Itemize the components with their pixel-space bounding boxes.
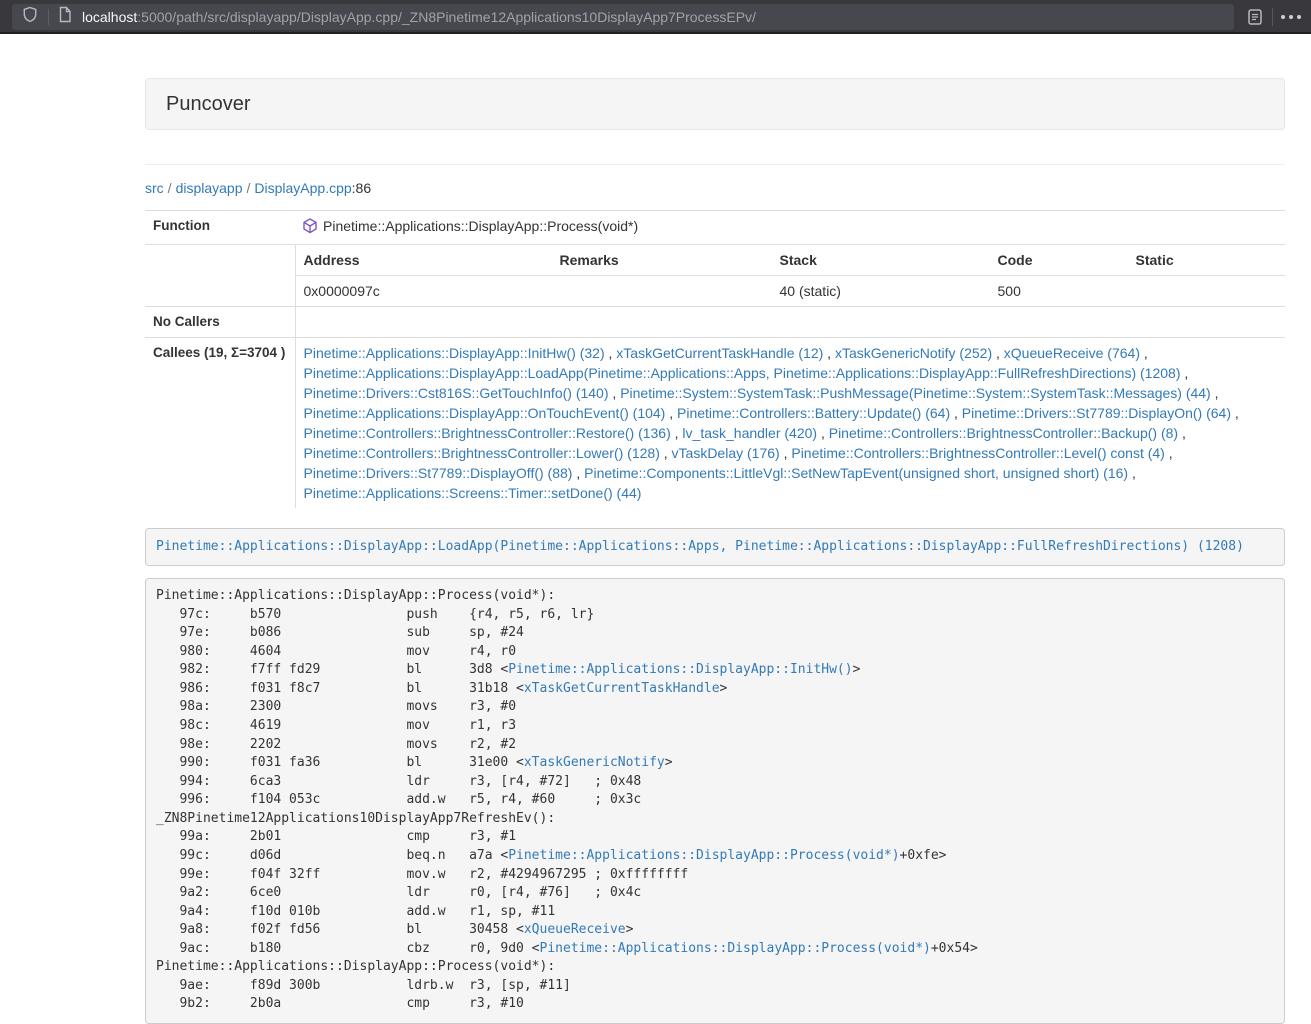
symbol-cube-icon [303, 218, 317, 239]
col-header-remarks: Remarks [552, 245, 772, 276]
address-value: 0x0000097c [296, 276, 552, 307]
page-title: Puncover [166, 93, 251, 115]
callee-link[interactable]: lv_task_handler (420) [682, 425, 817, 441]
callee-separator: , [950, 405, 962, 421]
callee-link[interactable]: Pinetime::Controllers::BrightnessControl… [304, 425, 671, 441]
callee-link[interactable]: vTaskDelay (176) [672, 445, 780, 461]
breadcrumb: src/displayapp/DisplayApp.cpp:86 [145, 178, 1285, 198]
callee-link[interactable]: Pinetime::Applications::DisplayApp::OnTo… [304, 405, 666, 421]
empty-row-label [145, 245, 295, 307]
callee-link[interactable]: Pinetime::Applications::Screens::Timer::… [304, 485, 642, 501]
callee-separator: , [671, 425, 683, 441]
col-header-address: Address [296, 245, 552, 276]
table-row: Callees (19, Σ=3704 ) Pinetime::Applicat… [145, 338, 1285, 509]
callers-row-label: No Callers [145, 307, 295, 338]
callee-separator: , [823, 345, 835, 361]
divider [48, 9, 49, 25]
callee-link[interactable]: Pinetime::Drivers::St7789::DisplayOn() (… [962, 405, 1231, 421]
callee-link[interactable]: Pinetime::Drivers::St7789::DisplayOff() … [304, 465, 573, 481]
callee-separator: , [992, 345, 1004, 361]
metrics-cell: Address Remarks Stack Code Static 0x0000… [295, 245, 1285, 307]
callee-link[interactable]: Pinetime::Applications::DisplayApp::Load… [304, 365, 1181, 381]
assembly-symbol-link[interactable]: Pinetime::Applications::DisplayApp::Proc… [508, 848, 899, 863]
table-row: Function Pinetime::Applications::Display… [145, 211, 1285, 245]
toolbar-divider [1272, 8, 1273, 26]
callers-cell [295, 307, 1285, 338]
callee-separator: , [1140, 345, 1148, 361]
callee-separator: , [1165, 445, 1173, 461]
loadapp-symbol-block: Pinetime::Applications::DisplayApp::Load… [145, 528, 1285, 566]
callee-link[interactable]: xTaskGetCurrentTaskHandle (12) [616, 345, 823, 361]
callees-row-label: Callees (19, Σ=3704 ) [145, 338, 295, 509]
metrics-table: Address Remarks Stack Code Static 0x0000… [296, 245, 1286, 306]
callee-separator: , [609, 385, 621, 401]
callee-link[interactable]: xTaskGenericNotify (252) [835, 345, 992, 361]
function-row-label: Function [145, 211, 295, 245]
assembly-symbol-link[interactable]: Pinetime::Applications::DisplayApp::Init… [508, 662, 852, 677]
breadcrumb-link-src[interactable]: src [145, 180, 164, 196]
callee-link[interactable]: Pinetime::System::SystemTask::PushMessag… [620, 385, 1211, 401]
callee-separator: , [817, 425, 829, 441]
callee-link[interactable]: Pinetime::Controllers::BrightnessControl… [791, 445, 1164, 461]
breadcrumb-separator: / [168, 180, 172, 196]
assembly-symbol-link[interactable]: Pinetime::Applications::DisplayApp::Proc… [540, 941, 931, 956]
col-header-code: Code [990, 245, 1128, 276]
callee-link[interactable]: Pinetime::Controllers::BrightnessControl… [304, 445, 660, 461]
breadcrumb-link-file[interactable]: DisplayApp.cpp [254, 180, 351, 196]
reader-mode-icon[interactable] [1246, 7, 1264, 32]
url-path: :5000/path/src/displayapp/DisplayApp.cpp… [137, 9, 756, 25]
callee-separator: , [660, 445, 672, 461]
browser-url-bar: localhost:5000/path/src/displayapp/Displ… [0, 0, 1311, 34]
callee-link[interactable]: Pinetime::Drivers::Cst816S::GetTouchInfo… [304, 385, 609, 401]
breadcrumb-line-number: :86 [352, 180, 371, 196]
table-row: 0x0000097c 40 (static) 500 [296, 276, 1286, 307]
shield-icon[interactable] [22, 6, 38, 28]
code-value: 500 [990, 276, 1128, 307]
assembly-symbol-link[interactable]: xQueueReceive [524, 922, 626, 937]
callee-separator: , [1128, 465, 1136, 481]
callee-separator: , [1211, 385, 1219, 401]
loadapp-symbol-link[interactable]: Pinetime::Applications::DisplayApp::Load… [156, 539, 1244, 554]
col-header-static: Static [1128, 245, 1286, 276]
page-icon[interactable] [58, 6, 72, 28]
col-header-stack: Stack [772, 245, 990, 276]
stack-value: 40 (static) [772, 276, 990, 307]
page-content: Puncover src/displayapp/DisplayApp.cpp:8… [145, 34, 1285, 1024]
breadcrumb-separator: / [247, 180, 251, 196]
overflow-menu-icon[interactable] [1281, 15, 1301, 19]
table-row: Address Remarks Stack Code Static 0x0000… [145, 245, 1285, 307]
callee-link[interactable]: Pinetime::Applications::DisplayApp::Init… [304, 345, 605, 361]
callee-separator: , [1231, 405, 1239, 421]
assembly-symbol-link[interactable]: xTaskGenericNotify [524, 755, 665, 770]
callee-separator: , [780, 445, 792, 461]
function-name-cell: Pinetime::Applications::DisplayApp::Proc… [295, 211, 1285, 245]
callee-separator: , [1180, 365, 1188, 381]
assembly-listing: Pinetime::Applications::DisplayApp::Proc… [145, 578, 1285, 1024]
callee-separator: , [572, 465, 584, 481]
remarks-value [552, 276, 772, 307]
callee-link[interactable]: Pinetime::Components::LittleVgl::SetNewT… [584, 465, 1128, 481]
callee-separator: , [605, 345, 617, 361]
callee-link[interactable]: Pinetime::Controllers::Battery::Update()… [677, 405, 950, 421]
app-title-box: Puncover [145, 78, 1285, 130]
callee-separator: , [665, 405, 677, 421]
divider-rule [145, 164, 1285, 165]
table-header-row: Address Remarks Stack Code Static [296, 245, 1286, 276]
url-field[interactable]: localhost:5000/path/src/displayapp/Displ… [12, 4, 1234, 30]
assembly-symbol-link[interactable]: xTaskGetCurrentTaskHandle [524, 681, 720, 696]
symbol-detail-table: Function Pinetime::Applications::Display… [145, 210, 1285, 508]
table-row: No Callers [145, 307, 1285, 338]
url-text: localhost:5000/path/src/displayapp/Displ… [82, 9, 756, 25]
callee-link[interactable]: Pinetime::Controllers::BrightnessControl… [829, 425, 1178, 441]
breadcrumb-link-displayapp[interactable]: displayapp [176, 180, 243, 196]
url-host: localhost [82, 9, 137, 25]
callee-link[interactable]: xQueueReceive (764) [1004, 345, 1140, 361]
function-name: Pinetime::Applications::DisplayApp::Proc… [323, 218, 638, 234]
static-value [1128, 276, 1286, 307]
callee-separator: , [1178, 425, 1186, 441]
callees-cell: Pinetime::Applications::DisplayApp::Init… [295, 338, 1285, 509]
